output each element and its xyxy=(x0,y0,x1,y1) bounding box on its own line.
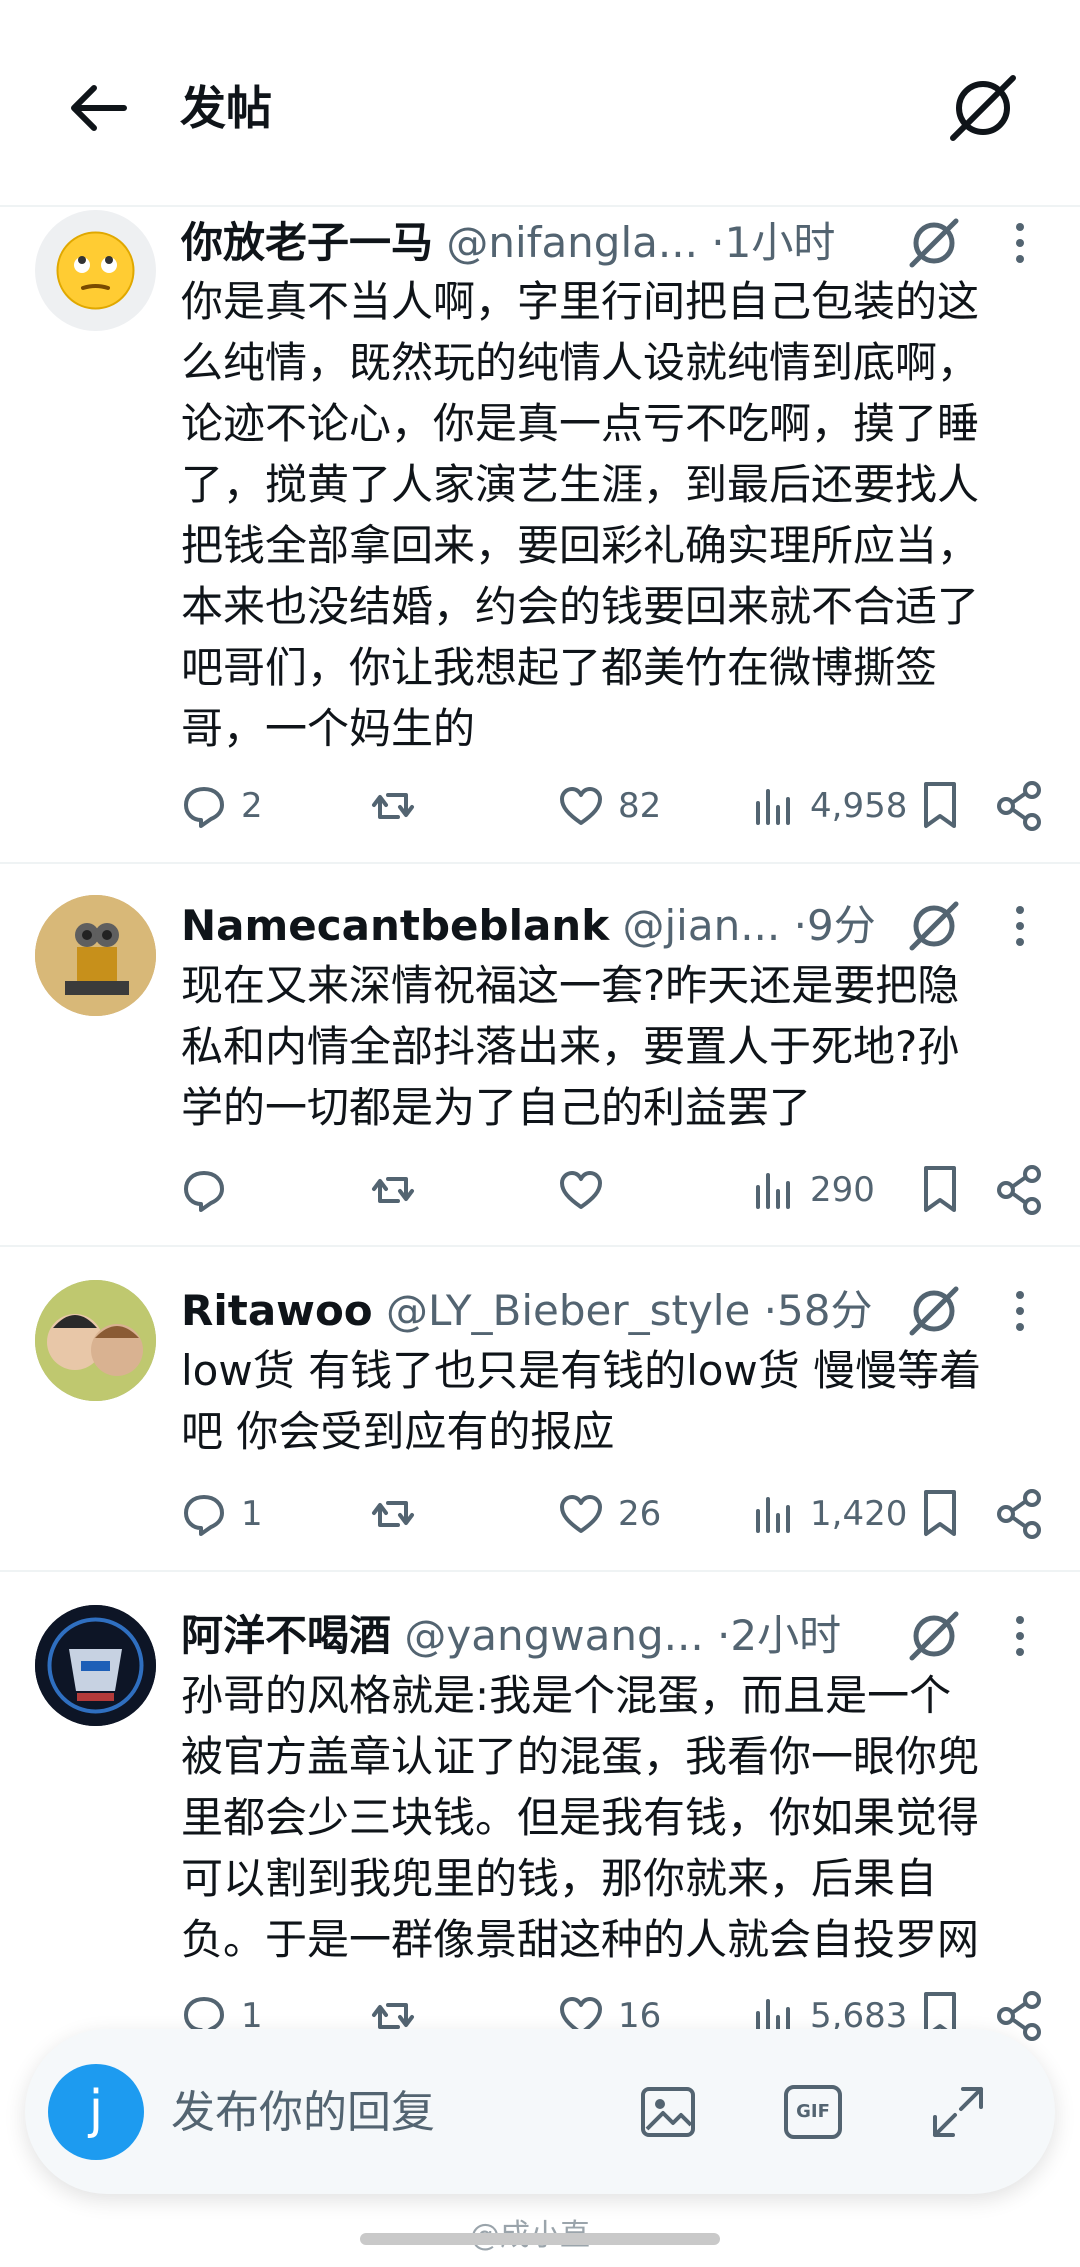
page-title: 发帖 xyxy=(180,81,272,135)
divider xyxy=(0,1570,1080,1572)
heart-icon xyxy=(560,787,602,825)
repost-icon xyxy=(372,1501,414,1527)
author-name[interactable]: 你放老子一马 xyxy=(181,218,433,267)
author-handle[interactable]: @LY_Bieber_style xyxy=(386,1286,750,1335)
grok-icon[interactable] xyxy=(904,896,964,956)
repost-button[interactable] xyxy=(370,1162,430,1218)
post-text: 现在又来深情祝福这一套?昨天还是要把隐 私和内情全部抖落出来，要置人于死地?孙 … xyxy=(181,961,960,1132)
home-indicator[interactable] xyxy=(360,2233,720,2245)
separator-dot: · xyxy=(763,1286,778,1335)
avatar[interactable] xyxy=(35,895,156,1016)
image-icon[interactable] xyxy=(637,2081,699,2143)
composer-avatar[interactable]: j xyxy=(48,2064,144,2160)
share-icon[interactable] xyxy=(992,1162,1048,1218)
avatar[interactable] xyxy=(35,210,156,331)
gif-icon[interactable]: GIF xyxy=(782,2081,844,2143)
post-meta: 你放老子一马 @nifangla... ·1小时 xyxy=(181,215,901,271)
grok-icon[interactable] xyxy=(904,1281,964,1341)
top-bar: 发帖 xyxy=(0,0,1080,205)
like-count: 26 xyxy=(618,1494,662,1534)
like-button[interactable] xyxy=(558,1162,618,1218)
post-time: 1小时 xyxy=(724,218,836,267)
views-button[interactable]: 1,420 xyxy=(750,1486,907,1542)
reply-button[interactable] xyxy=(181,1162,241,1218)
author-handle[interactable]: @nifangla... xyxy=(446,218,698,267)
repost-button[interactable] xyxy=(370,1486,430,1542)
reply-icon xyxy=(184,1495,224,1536)
post-text: low货 有钱了也只是有钱的low货 慢慢等着 吧 你会受到应有的报应 xyxy=(181,1346,982,1456)
like-button[interactable]: 82 xyxy=(558,778,661,834)
author-name[interactable]: Ritawoo xyxy=(181,1286,373,1335)
views-button[interactable]: 4,958 xyxy=(750,778,907,834)
post-text: 你是真不当人啊，字里行间把自己包装的这 么纯情，既然玩的纯情人设就纯情到底啊， … xyxy=(181,277,980,753)
like-button[interactable]: 26 xyxy=(558,1486,661,1542)
views-icon xyxy=(756,1173,790,1209)
post-meta: 阿洋不喝酒 @yangwang... ·2小时 xyxy=(181,1608,901,1664)
view-count: 4,958 xyxy=(810,786,908,826)
divider xyxy=(0,1245,1080,1247)
grok-icon[interactable] xyxy=(904,1606,964,1666)
avatar[interactable] xyxy=(35,1280,156,1401)
divider xyxy=(0,862,1080,864)
heart-icon xyxy=(560,1495,602,1533)
reply-icon xyxy=(184,1171,224,1212)
view-count: 1,420 xyxy=(810,1494,908,1534)
more-options-icon[interactable] xyxy=(1005,1608,1035,1664)
divider xyxy=(0,205,1080,207)
avatar[interactable] xyxy=(35,1605,156,1726)
post-time: 58分 xyxy=(777,1286,873,1335)
separator-dot: · xyxy=(793,901,807,950)
reply-icon xyxy=(184,787,224,828)
bookmark-icon[interactable] xyxy=(912,778,968,834)
reply-count: 2 xyxy=(241,786,263,826)
grok-icon[interactable] xyxy=(945,70,1021,146)
post-meta: Ritawoo @LY_Bieber_style ·58分 xyxy=(181,1283,901,1339)
author-name[interactable]: Namecantbeblank xyxy=(181,901,609,950)
views-button[interactable]: 290 xyxy=(750,1162,875,1218)
expand-icon[interactable] xyxy=(927,2081,989,2143)
like-count: 82 xyxy=(618,786,662,826)
watermark: @成小直 xyxy=(470,2210,590,2254)
reply-input[interactable]: 发布你的回复 xyxy=(171,2083,435,2143)
bookmark-icon[interactable] xyxy=(912,1162,968,1218)
more-options-icon[interactable] xyxy=(1005,1283,1035,1339)
reply-composer[interactable]: j 发布你的回复 GIF xyxy=(25,2029,1055,2194)
post-time: 2小时 xyxy=(730,1611,842,1660)
views-icon xyxy=(756,1497,790,1533)
share-icon[interactable] xyxy=(992,1486,1048,1542)
view-count: 290 xyxy=(810,1170,875,1210)
author-name[interactable]: 阿洋不喝酒 xyxy=(181,1611,391,1660)
bookmark-icon[interactable] xyxy=(912,1486,968,1542)
author-handle[interactable]: @jian... xyxy=(623,901,781,950)
separator-dot: · xyxy=(711,218,725,267)
repost-icon xyxy=(372,793,414,819)
views-icon xyxy=(756,789,790,825)
reply-button[interactable]: 2 xyxy=(181,778,263,834)
more-options-icon[interactable] xyxy=(1005,215,1035,271)
gif-label: GIF xyxy=(796,2101,830,2122)
author-handle[interactable]: @yangwang... xyxy=(404,1611,703,1660)
post-text: 孙哥的风格就是:我是个混蛋，而且是一个 被官方盖章认证了的混蛋，我看你一眼你兜 … xyxy=(181,1671,980,1964)
heart-icon xyxy=(560,1171,602,1209)
grok-icon[interactable] xyxy=(904,213,964,273)
share-icon[interactable] xyxy=(992,778,1048,834)
post-meta: Namecantbeblank @jian... ·9分 xyxy=(181,898,901,954)
more-options-icon[interactable] xyxy=(1005,898,1035,954)
reply-count: 1 xyxy=(241,1494,263,1534)
back-arrow-icon[interactable] xyxy=(62,72,134,144)
reply-button[interactable]: 1 xyxy=(181,1486,263,1542)
repost-button[interactable] xyxy=(370,778,430,834)
post-time: 9分 xyxy=(806,901,876,950)
repost-icon xyxy=(372,1177,414,1203)
separator-dot: · xyxy=(717,1611,731,1660)
